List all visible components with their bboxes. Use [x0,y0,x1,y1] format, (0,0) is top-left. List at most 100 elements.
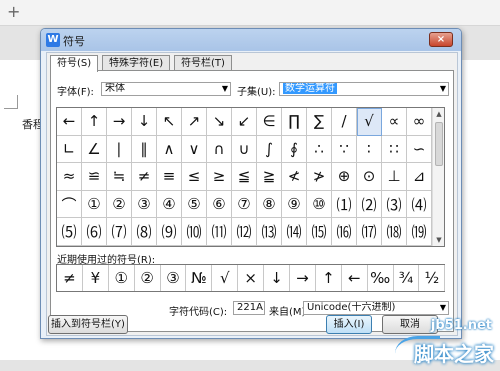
dialog-titlebar[interactable]: W 符号 × [41,29,461,51]
tab-symbol-bar[interactable]: 符号栏(T) [174,55,232,71]
symbol-cell[interactable]: ∩ [207,135,232,164]
symbol-cell[interactable]: ③ [132,190,157,219]
symbol-cell[interactable]: ⊙ [357,163,382,191]
symbol-cell[interactable]: ④ [157,190,182,219]
scroll-down-icon[interactable]: ▼ [433,234,445,246]
symbol-cell[interactable]: ⑥ [207,190,232,219]
recent-symbol-cell[interactable]: ≠ [57,265,83,291]
symbol-cell[interactable]: ≦ [232,163,257,191]
symbol-cell[interactable]: ∨ [182,135,207,164]
recent-symbol-cell[interactable]: ② [135,265,161,291]
symbol-cell[interactable]: ≯ [307,163,332,191]
symbol-cell[interactable]: ⒃ [332,218,357,246]
font-select[interactable]: 宋体 ▼ [101,82,231,96]
symbol-cell[interactable]: ⌒ [57,190,82,219]
close-button[interactable]: × [429,32,453,47]
tab-special-characters[interactable]: 特殊字符(E) [102,55,171,71]
symbol-cell[interactable]: ⒅ [382,218,407,246]
symbol-cell[interactable]: ↖ [157,108,182,136]
symbol-cell[interactable]: ∟ [57,135,82,164]
new-tab-button[interactable]: + [7,2,20,21]
recent-symbol-cell[interactable]: № [186,265,213,291]
recent-symbol-cell[interactable]: √ [212,265,239,291]
symbol-cell[interactable]: ≤ [182,163,207,191]
symbol-cell[interactable]: ⑺ [107,218,132,246]
symbol-cell[interactable]: ∴ [307,135,332,164]
charcode-input[interactable]: 221A [233,301,265,315]
symbol-cell[interactable]: ⑴ [332,190,357,219]
symbol-cell[interactable]: ∝ [382,108,407,136]
symbol-cell[interactable]: ⊿ [407,163,432,191]
tab-symbols[interactable]: 符号(S) [50,55,99,72]
symbol-cell[interactable]: ↑ [82,108,107,136]
symbol-cell[interactable]: ↘ [207,108,232,136]
symbol-cell[interactable]: ∮ [282,135,307,164]
symbol-cell[interactable]: ≧ [257,163,282,191]
symbol-cell[interactable]: ≒ [107,163,132,191]
symbol-cell[interactable]: ⒀ [257,218,282,246]
symbol-cell[interactable]: ⒆ [407,218,432,246]
symbol-cell[interactable]: ⒂ [307,218,332,246]
symbol-cell[interactable]: ∞ [407,108,432,136]
symbol-cell[interactable]: ⑼ [157,218,182,246]
subset-select[interactable]: 数学运算符 ▼ [279,82,449,96]
recent-symbol-cell[interactable]: ½ [419,265,446,291]
symbol-cell[interactable]: ⑹ [82,218,107,246]
symbol-cell[interactable]: ⊥ [382,163,407,191]
symbol-cell[interactable]: / [332,108,357,136]
symbol-cell[interactable]: ⑤ [182,190,207,219]
symbol-cell[interactable]: ≈ [57,163,82,191]
symbol-cell[interactable]: ↗ [182,108,207,136]
symbol-cell[interactable]: ⑿ [232,218,257,246]
symbol-cell[interactable]: ⒁ [282,218,307,246]
symbol-cell[interactable]: ≡ [157,163,182,191]
symbol-cell[interactable]: ∏ [282,108,307,136]
symbol-cell[interactable]: ∷ [382,135,407,164]
symbol-cell[interactable]: ∶ [357,135,382,164]
symbol-cell[interactable]: ↙ [232,108,257,136]
symbol-cell[interactable]: ⑷ [407,190,432,219]
symbol-cell[interactable]: ⑸ [57,218,82,246]
symbol-cell[interactable]: ≮ [282,163,307,191]
symbol-cell[interactable]: ⒄ [357,218,382,246]
symbol-cell[interactable]: ↓ [132,108,157,136]
scroll-thumb[interactable] [435,122,443,166]
symbol-cell[interactable]: ∽ [407,135,432,164]
symbol-cell[interactable]: ∠ [82,135,107,164]
scroll-up-icon[interactable]: ▲ [433,108,445,120]
symbol-cell[interactable]: → [107,108,132,136]
symbol-cell[interactable]: ∵ [332,135,357,164]
symbol-cell[interactable]: √ [357,108,382,136]
symbol-cell[interactable]: ≠ [132,163,157,191]
symbol-cell[interactable]: ≥ [207,163,232,191]
insert-button[interactable]: 插入(I) [326,315,372,334]
symbol-cell[interactable]: ② [107,190,132,219]
symbol-cell[interactable]: ⑻ [132,218,157,246]
symbol-cell[interactable]: ∈ [257,108,282,136]
symbol-cell[interactable]: ⑶ [382,190,407,219]
symbol-cell[interactable]: ≌ [82,163,107,191]
symbol-cell[interactable]: ⑦ [232,190,257,219]
symbol-cell[interactable]: ∑ [307,108,332,136]
recent-symbol-cell[interactable]: → [290,265,316,291]
recent-symbol-cell[interactable]: ← [342,265,368,291]
symbol-grid-scrollbar[interactable]: ▲ ▼ [432,108,444,246]
symbol-cell[interactable]: ∫ [257,135,282,164]
recent-symbol-cell[interactable]: ↑ [316,265,342,291]
symbol-cell[interactable]: ∣ [107,135,132,164]
cancel-button[interactable]: 取消 [382,315,438,334]
symbol-cell[interactable]: ⑨ [282,190,307,219]
symbol-cell[interactable]: ∥ [132,135,157,164]
symbol-cell[interactable]: ∧ [157,135,182,164]
recent-symbol-cell[interactable]: × [238,265,265,291]
recent-symbol-cell[interactable]: ① [109,265,135,291]
symbol-cell[interactable]: ⑧ [257,190,282,219]
symbol-cell[interactable]: ⑽ [182,218,207,246]
recent-symbol-cell[interactable]: ↓ [264,265,291,291]
recent-symbol-cell[interactable]: ③ [161,265,187,291]
encoding-select[interactable]: Unicode(十六进制) ▼ [303,301,449,315]
symbol-cell[interactable]: ① [82,190,107,219]
recent-symbol-cell[interactable]: ‰ [368,265,394,291]
symbol-cell[interactable]: ⊕ [332,163,357,191]
symbol-cell[interactable]: ← [57,108,82,136]
